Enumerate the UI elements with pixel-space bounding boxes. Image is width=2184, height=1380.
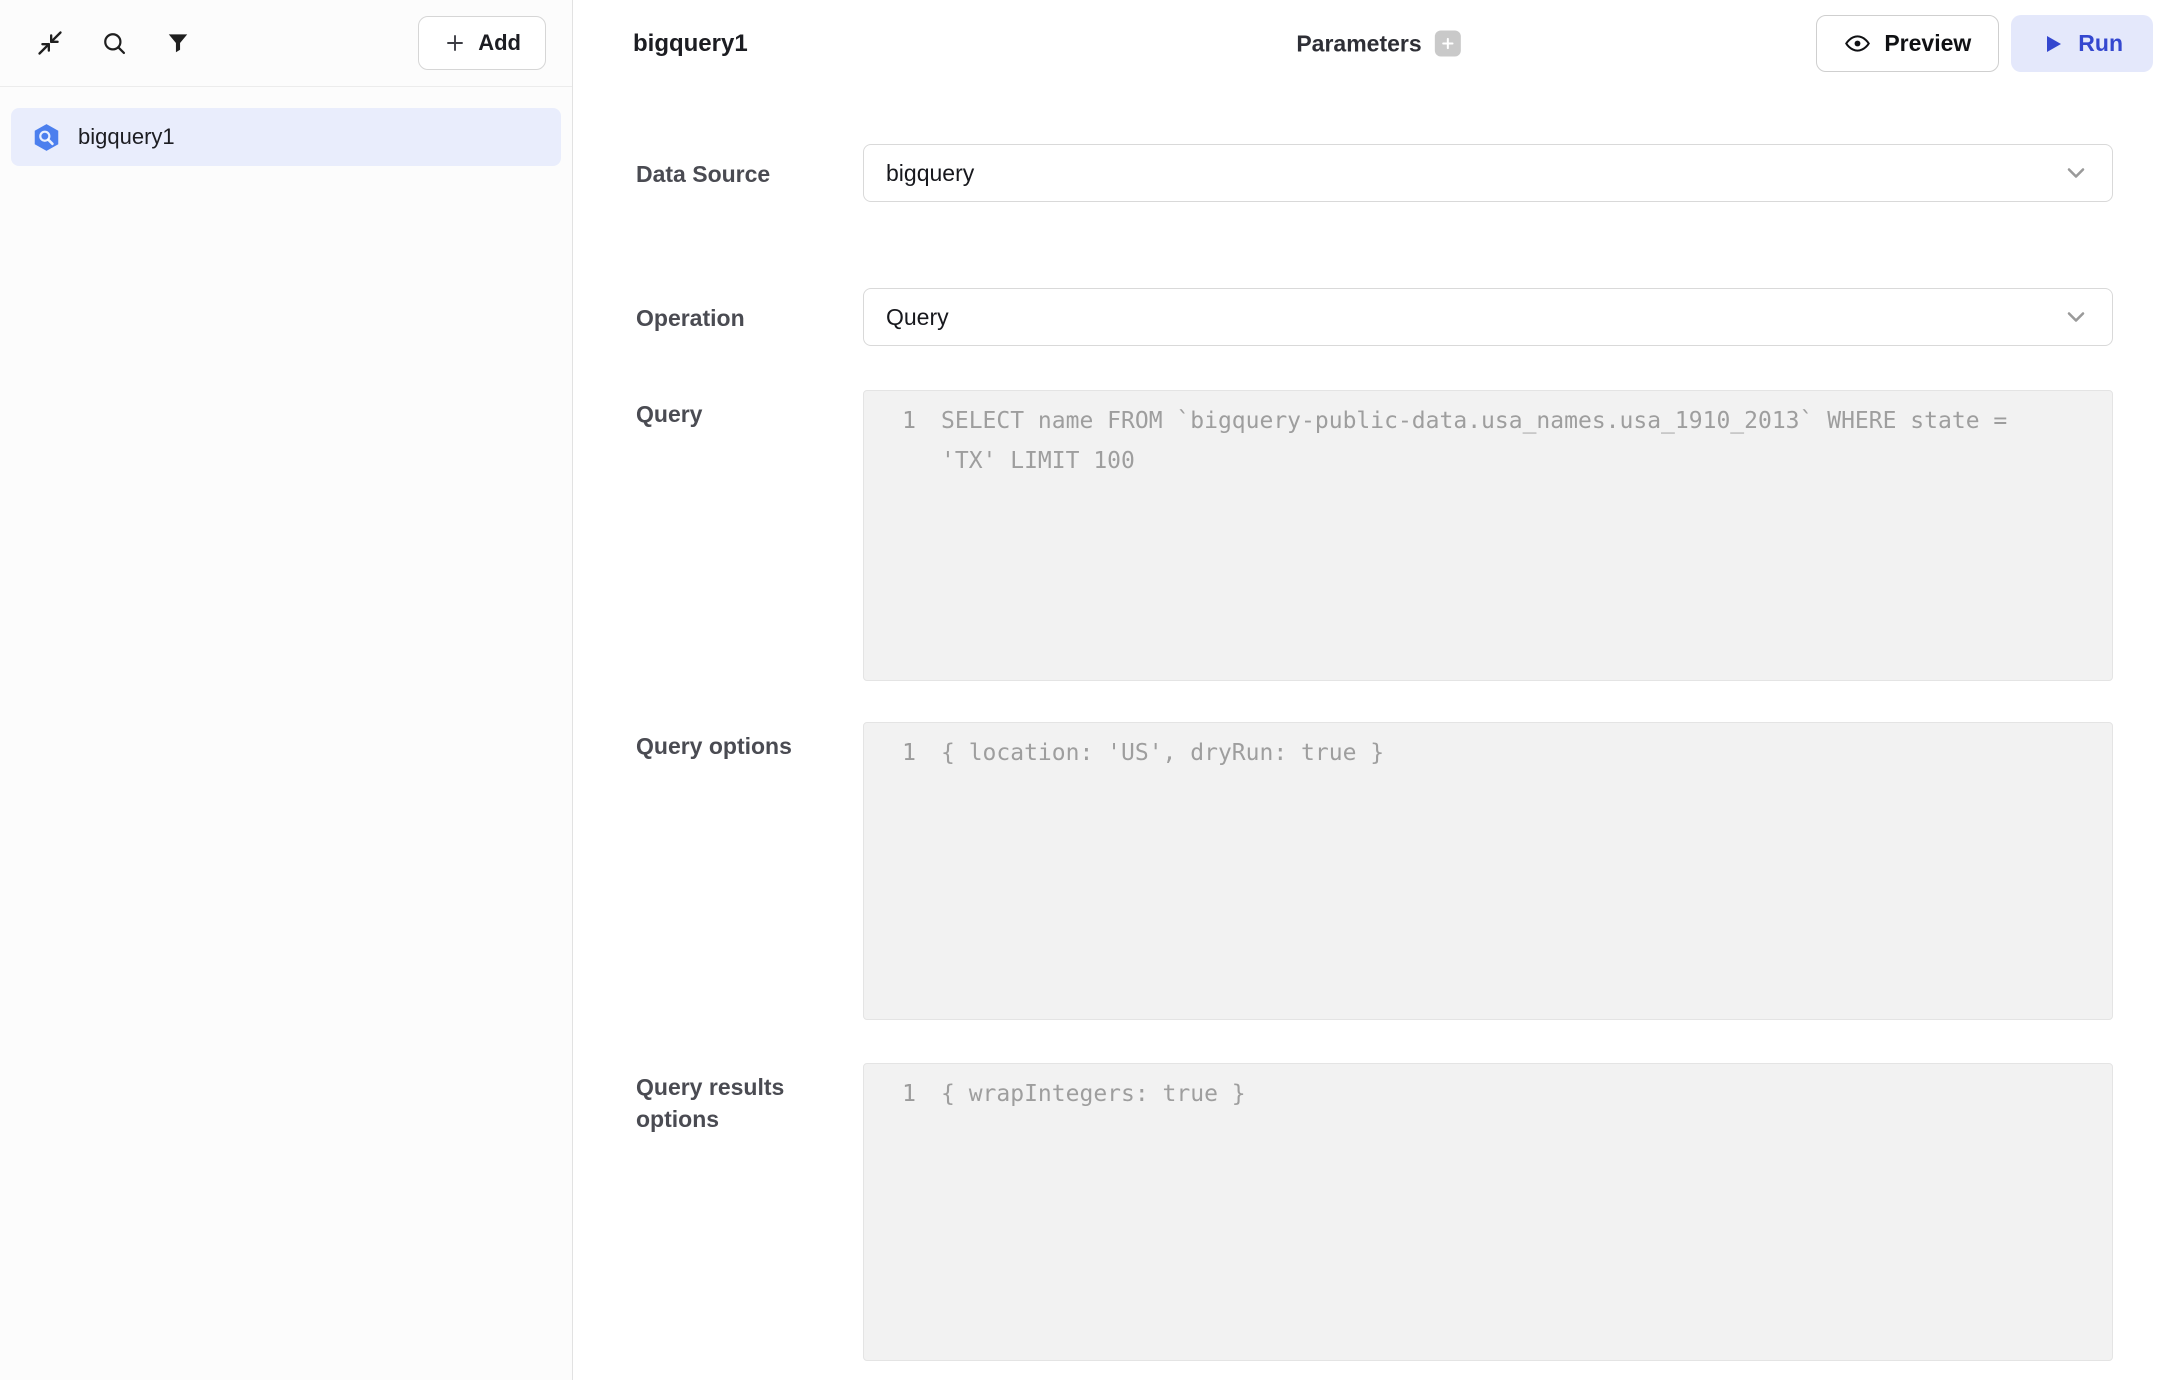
line-number: 1 <box>864 401 916 441</box>
search-button[interactable] <box>92 21 136 65</box>
chevron-down-icon <box>2062 303 2090 331</box>
eye-icon <box>1844 30 1871 57</box>
field-label: Query <box>636 390 863 681</box>
line-number: 1 <box>864 733 916 773</box>
sidebar-item-label: bigquery1 <box>78 124 175 150</box>
parameters-group: Parameters <box>1296 30 1460 57</box>
sidebar-item-bigquery1[interactable]: bigquery1 <box>11 108 561 166</box>
query-options-placeholder: { location: 'US', dryRun: true } <box>941 733 2072 773</box>
header-actions: Preview Run <box>1816 15 2153 72</box>
query-code-placeholder: SELECT name FROM `bigquery-public-data.u… <box>941 401 2072 481</box>
field-row-operation: Operation Query <box>636 288 2113 346</box>
search-icon <box>100 29 128 57</box>
sidebar: Add bigquery1 <box>0 0 573 1380</box>
sidebar-toolbar: Add <box>0 0 572 87</box>
run-button[interactable]: Run <box>2011 15 2153 72</box>
operation-select-value: Query <box>886 304 949 331</box>
field-control: 1 { location: 'US', dryRun: true } <box>863 722 2113 1020</box>
field-label: Operation <box>636 288 863 346</box>
field-control: 1 SELECT name FROM `bigquery-public-data… <box>863 390 2113 681</box>
field-label: Data Source <box>636 144 863 202</box>
play-icon <box>2041 32 2065 56</box>
add-parameter-button[interactable] <box>1435 31 1461 57</box>
plus-icon <box>1440 36 1456 52</box>
query-list: bigquery1 <box>0 87 572 187</box>
field-control: Query <box>863 288 2113 346</box>
bigquery-icon <box>31 122 62 153</box>
filter-icon <box>165 30 191 56</box>
operation-select[interactable]: Query <box>863 288 2113 346</box>
collapse-icon <box>36 29 64 57</box>
parameters-label: Parameters <box>1296 30 1421 57</box>
filter-button[interactable] <box>156 21 200 65</box>
main-header: bigquery1 Parameters <box>573 0 2184 87</box>
field-row-query: Query 1 SELECT name FROM `bigquery-publi… <box>636 390 2113 681</box>
field-row-data-source: Data Source bigquery <box>636 144 2113 202</box>
run-button-label: Run <box>2078 30 2123 57</box>
preview-button[interactable]: Preview <box>1816 15 1999 72</box>
app: Add bigquery1 bigquery1 Parameters <box>0 0 2184 1380</box>
collapse-panel-button[interactable] <box>28 21 72 65</box>
datasource-select[interactable]: bigquery <box>863 144 2113 202</box>
chevron-down-icon <box>2062 159 2090 187</box>
query-results-options-placeholder: { wrapIntegers: true } <box>941 1074 2072 1114</box>
datasource-select-value: bigquery <box>886 160 974 187</box>
add-button[interactable]: Add <box>418 16 546 70</box>
field-label: Query options <box>636 722 863 1020</box>
query-results-options-code-editor[interactable]: 1 { wrapIntegers: true } <box>863 1063 2113 1361</box>
plus-icon <box>443 31 467 55</box>
field-row-query-results-options: Query results options 1 { wrapIntegers: … <box>636 1063 2113 1361</box>
field-label: Query results options <box>636 1063 863 1361</box>
page-title: bigquery1 <box>633 30 748 58</box>
add-button-label: Add <box>478 30 521 56</box>
preview-button-label: Preview <box>1884 30 1971 57</box>
line-number: 1 <box>864 1074 916 1114</box>
main-panel: bigquery1 Parameters <box>573 0 2184 1380</box>
field-row-query-options: Query options 1 { location: 'US', dryRun… <box>636 722 2113 1020</box>
field-control: bigquery <box>863 144 2113 202</box>
query-options-code-editor[interactable]: 1 { location: 'US', dryRun: true } <box>863 722 2113 1020</box>
query-code-editor[interactable]: 1 SELECT name FROM `bigquery-public-data… <box>863 390 2113 681</box>
field-control: 1 { wrapIntegers: true } <box>863 1063 2113 1361</box>
query-form: Data Source bigquery Operation <box>573 87 2184 1380</box>
